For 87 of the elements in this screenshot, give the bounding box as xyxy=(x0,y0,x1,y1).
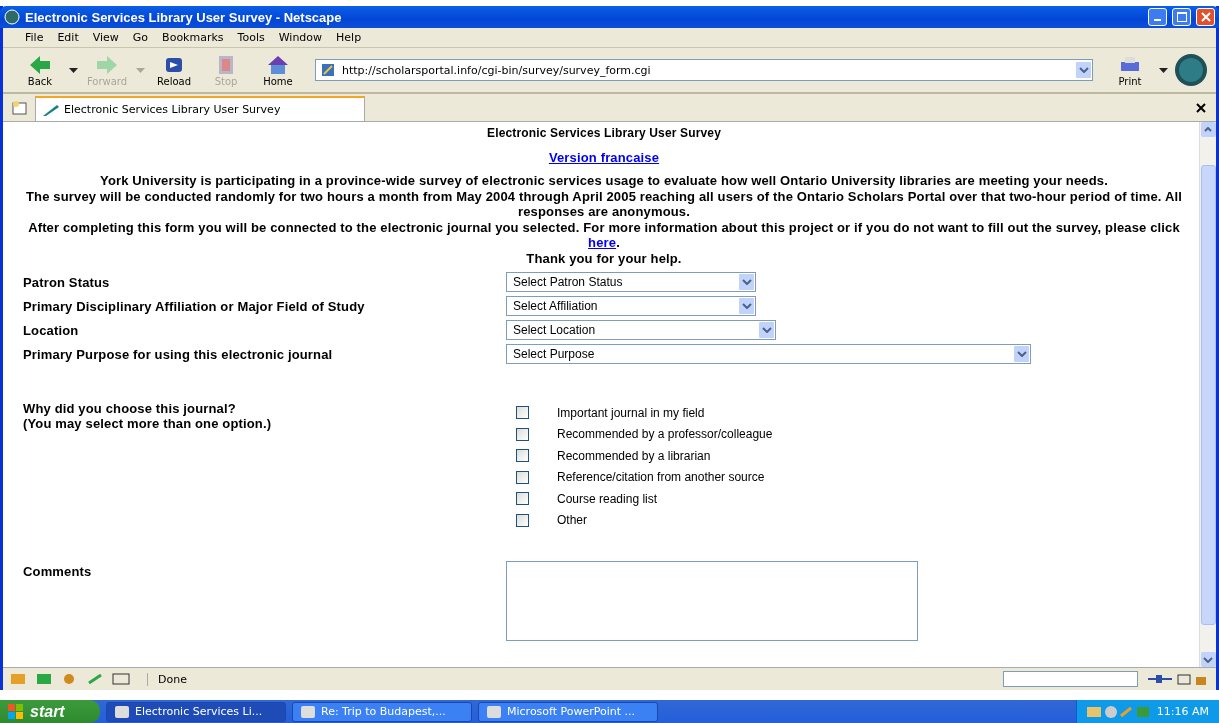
dropdown-button[interactable] xyxy=(1075,61,1092,79)
menu-item[interactable]: Tools xyxy=(237,31,265,44)
toolbar-button[interactable]: Home xyxy=(255,53,301,87)
intro-paragraph: Thank you for your help. xyxy=(525,251,683,266)
menu-item[interactable]: Go xyxy=(132,31,149,44)
comments-field[interactable] xyxy=(506,561,918,641)
dropdown-caret-icon[interactable] xyxy=(1159,67,1168,73)
checkbox[interactable] xyxy=(516,427,529,441)
chevron-icon xyxy=(741,303,752,309)
toolbar-button[interactable]: Reload xyxy=(151,53,197,87)
pen-icon xyxy=(42,102,60,117)
checkbox-label: Other xyxy=(557,513,587,528)
new-tab-icon[interactable] xyxy=(11,99,29,116)
app-icon xyxy=(301,705,315,718)
close-tab-icon[interactable] xyxy=(1196,102,1206,113)
checkbox-label: Recommended by a librarian xyxy=(557,448,711,463)
checkbox[interactable] xyxy=(516,470,529,484)
minimize-button[interactable] xyxy=(1148,8,1167,26)
page-heading: Electronic Services Library User Survey xyxy=(486,126,722,140)
select-dropdown[interactable]: Select Purpose xyxy=(506,344,1031,364)
intro-paragraph: The survey will be conducted randomly for two hours a month from May 2004 through April 2005 reaching all users of the Ontario Scholars Portal over that two-hour period of time. All responses are anonymous. xyxy=(25,189,1183,219)
globe-logo-icon xyxy=(4,9,20,25)
forward-arrow-icon xyxy=(95,53,119,76)
menu-item[interactable]: Edit xyxy=(57,31,79,44)
browser-tab[interactable]: Electronic Services Library User Survey xyxy=(35,96,365,121)
page-icon xyxy=(320,62,336,78)
checkbox-label: Recommended by a professor/colleague xyxy=(557,427,773,442)
intro-paragraph: After completing this form you will be connected to the electronic journal you selected. For more information about this project or if you do not want to fill out the survey, please click here. xyxy=(27,220,1181,250)
menu-item[interactable]: Bookmarks xyxy=(162,31,224,44)
address-field[interactable]: http://scholarsportal.info/cgi-bin/survey/survey_form.cgi xyxy=(315,59,1093,81)
select-dropdown[interactable]: Select Location xyxy=(506,320,776,340)
dropdown-button[interactable] xyxy=(738,273,755,291)
taskbar-item[interactable]: Electronic Services Li... xyxy=(106,701,286,722)
checkbox-label: Important journal in my field xyxy=(557,405,705,420)
dropdown-button[interactable] xyxy=(738,297,755,315)
field-label: Primary Purpose for using this electronic journal xyxy=(23,346,334,362)
chevron-icon xyxy=(741,279,752,285)
intro-paragraph: York University is participating in a province-wide survey of electronic services usage to evaluate how well Ontario University libraries are meeting your needs. xyxy=(99,173,1109,188)
scrollbar-thumb[interactable] xyxy=(1200,164,1216,625)
print-button[interactable]: Print xyxy=(1107,53,1153,87)
menu-item[interactable]: View xyxy=(92,31,119,44)
field-label: Primary Disciplinary Affiliation or Major Field of Study xyxy=(23,298,366,314)
scroll-up-button[interactable] xyxy=(1200,122,1216,137)
checkbox-label: Reference/citation from another source xyxy=(557,470,765,485)
globe-logo-icon[interactable] xyxy=(1174,53,1208,87)
maximize-button[interactable] xyxy=(1172,8,1191,26)
back-arrow-icon xyxy=(28,53,52,76)
up-chevron-icon xyxy=(1204,127,1212,132)
app-icon xyxy=(487,705,501,718)
dropdown-button[interactable] xyxy=(758,321,775,339)
dropdown-button[interactable] xyxy=(1013,345,1030,363)
field-note: (You may select more than one option.) xyxy=(23,416,273,431)
field-label: Location xyxy=(23,322,80,338)
select-dropdown[interactable]: Select Affiliation xyxy=(506,296,756,316)
select-dropdown[interactable]: Select Patron Status xyxy=(506,272,756,292)
checkbox-label: Course reading list xyxy=(557,491,658,506)
down-chevron-icon xyxy=(1203,656,1213,663)
chevron-icon xyxy=(1016,351,1027,357)
maximize-icon xyxy=(1176,12,1187,22)
taskbar-item[interactable]: Re: Trip to Budapest,... xyxy=(292,701,472,722)
checkbox[interactable] xyxy=(516,513,529,527)
taskbar-item[interactable]: Microsoft PowerPoint ... xyxy=(478,701,658,722)
menu-item[interactable]: Help xyxy=(336,31,362,44)
clock: 11:16 AM xyxy=(1156,705,1209,718)
window-title: Electronic Services Library User Survey - Netscape xyxy=(25,9,343,25)
app-icon xyxy=(115,705,129,718)
menu-item[interactable]: File xyxy=(25,31,44,44)
status-text: Done xyxy=(147,672,995,686)
close-button[interactable] xyxy=(1196,8,1215,26)
chevron-icon xyxy=(1078,67,1089,73)
dropdown-caret-icon[interactable] xyxy=(69,67,78,73)
checkbox[interactable] xyxy=(516,492,529,506)
windows-logo-icon xyxy=(8,703,24,720)
language-link[interactable]: Version francaise xyxy=(548,150,660,165)
field-label: Why did you choose this journal? xyxy=(23,400,237,416)
start-button[interactable]: start xyxy=(0,700,100,723)
scroll-down-button[interactable] xyxy=(1200,652,1216,667)
here-link[interactable]: here xyxy=(588,235,617,250)
field-label: Patron Status xyxy=(23,274,111,290)
field-label: Comments xyxy=(23,563,93,579)
menu-item[interactable]: Window xyxy=(278,31,323,44)
checkbox[interactable] xyxy=(516,406,529,420)
house-icon xyxy=(266,53,290,76)
checkbox[interactable] xyxy=(516,449,529,463)
toolbar-button[interactable]: Back xyxy=(17,53,63,87)
close-icon xyxy=(1200,12,1211,22)
chevron-icon xyxy=(761,327,772,333)
